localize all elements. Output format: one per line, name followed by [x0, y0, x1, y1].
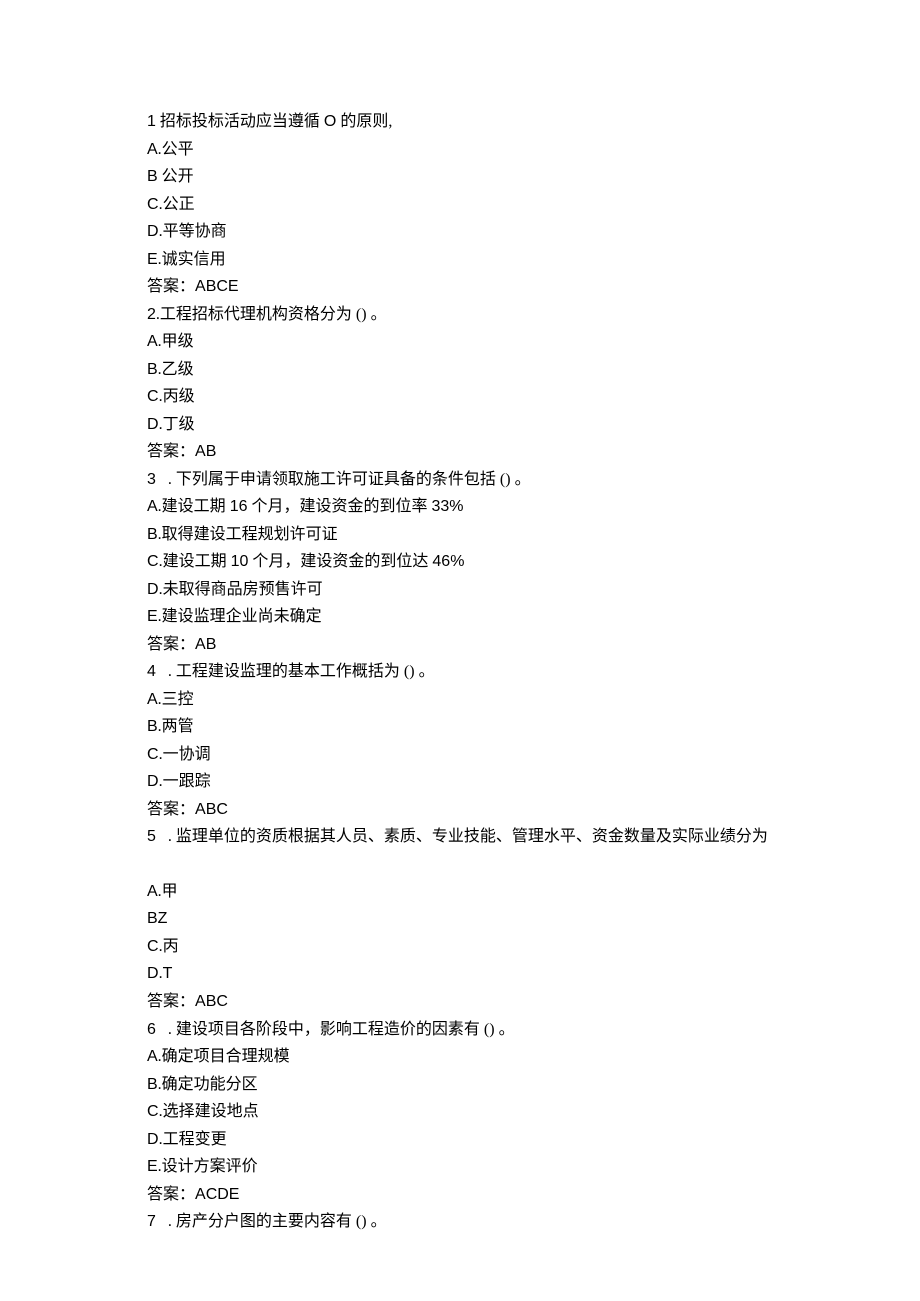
- text-line: 答案：ABC: [147, 988, 920, 1016]
- text-line: D.T: [147, 960, 920, 988]
- text-line: 5 . 监理单位的资质根据其人员、素质、专业技能、管理水平、资金数量及实际业绩分…: [147, 823, 920, 851]
- text-line: D.丁级: [147, 411, 920, 439]
- text-line: D.一跟踪: [147, 768, 920, 796]
- text-line: D.平等协商: [147, 218, 920, 246]
- text-line: 2.工程招标代理机构资格分为 () 。: [147, 301, 920, 329]
- text-line: A.公平: [147, 136, 920, 164]
- text-line: D.未取得商品房预售许可: [147, 576, 920, 604]
- text-line: E.设计方案评价: [147, 1153, 920, 1181]
- text-line: C.建设工期 10 个月，建设资金的到位达 46%: [147, 548, 920, 576]
- text-line: 6 . 建设项目各阶段中，影响工程造价的因素有 () 。: [147, 1016, 920, 1044]
- text-line: E.诚实信用: [147, 246, 920, 274]
- text-line: 答案：AB: [147, 438, 920, 466]
- text-line: B.确定功能分区: [147, 1071, 920, 1099]
- blank-line: [147, 851, 920, 878]
- text-line: C.选择建设地点: [147, 1098, 920, 1126]
- text-line: E.建设监理企业尚未确定: [147, 603, 920, 631]
- text-line: C.公正: [147, 191, 920, 219]
- text-line: 7 . 房产分户图的主要内容有 () 。: [147, 1208, 920, 1236]
- text-line: C.一协调: [147, 741, 920, 769]
- text-line: A.甲级: [147, 328, 920, 356]
- text-line: B.取得建设工程规划许可证: [147, 521, 920, 549]
- text-line: 答案：ACDE: [147, 1181, 920, 1209]
- text-line: B.两管: [147, 713, 920, 741]
- text-line: 答案：AB: [147, 631, 920, 659]
- text-line: 4 . 工程建设监理的基本工作概括为 () 。: [147, 658, 920, 686]
- text-line: A.三控: [147, 686, 920, 714]
- document-content: 1 招标投标活动应当遵循 O 的原则,A.公平B 公开C.公正D.平等协商E.诚…: [147, 108, 920, 1236]
- text-line: B.乙级: [147, 356, 920, 384]
- text-line: BZ: [147, 905, 920, 933]
- text-line: A.甲: [147, 878, 920, 906]
- text-line: B 公开: [147, 163, 920, 191]
- text-line: C.丙: [147, 933, 920, 961]
- text-line: A.确定项目合理规模: [147, 1043, 920, 1071]
- text-line: 答案：ABCE: [147, 273, 920, 301]
- text-line: C.丙级: [147, 383, 920, 411]
- text-line: 答案：ABC: [147, 796, 920, 824]
- document-page: 1 招标投标活动应当遵循 O 的原则,A.公平B 公开C.公正D.平等协商E.诚…: [0, 0, 920, 1301]
- text-line: 3 . 下列属于申请领取施工许可证具备的条件包括 () 。: [147, 466, 920, 494]
- text-line: 1 招标投标活动应当遵循 O 的原则,: [147, 108, 920, 136]
- text-line: D.工程变更: [147, 1126, 920, 1154]
- text-line: A.建设工期 16 个月，建设资金的到位率 33%: [147, 493, 920, 521]
